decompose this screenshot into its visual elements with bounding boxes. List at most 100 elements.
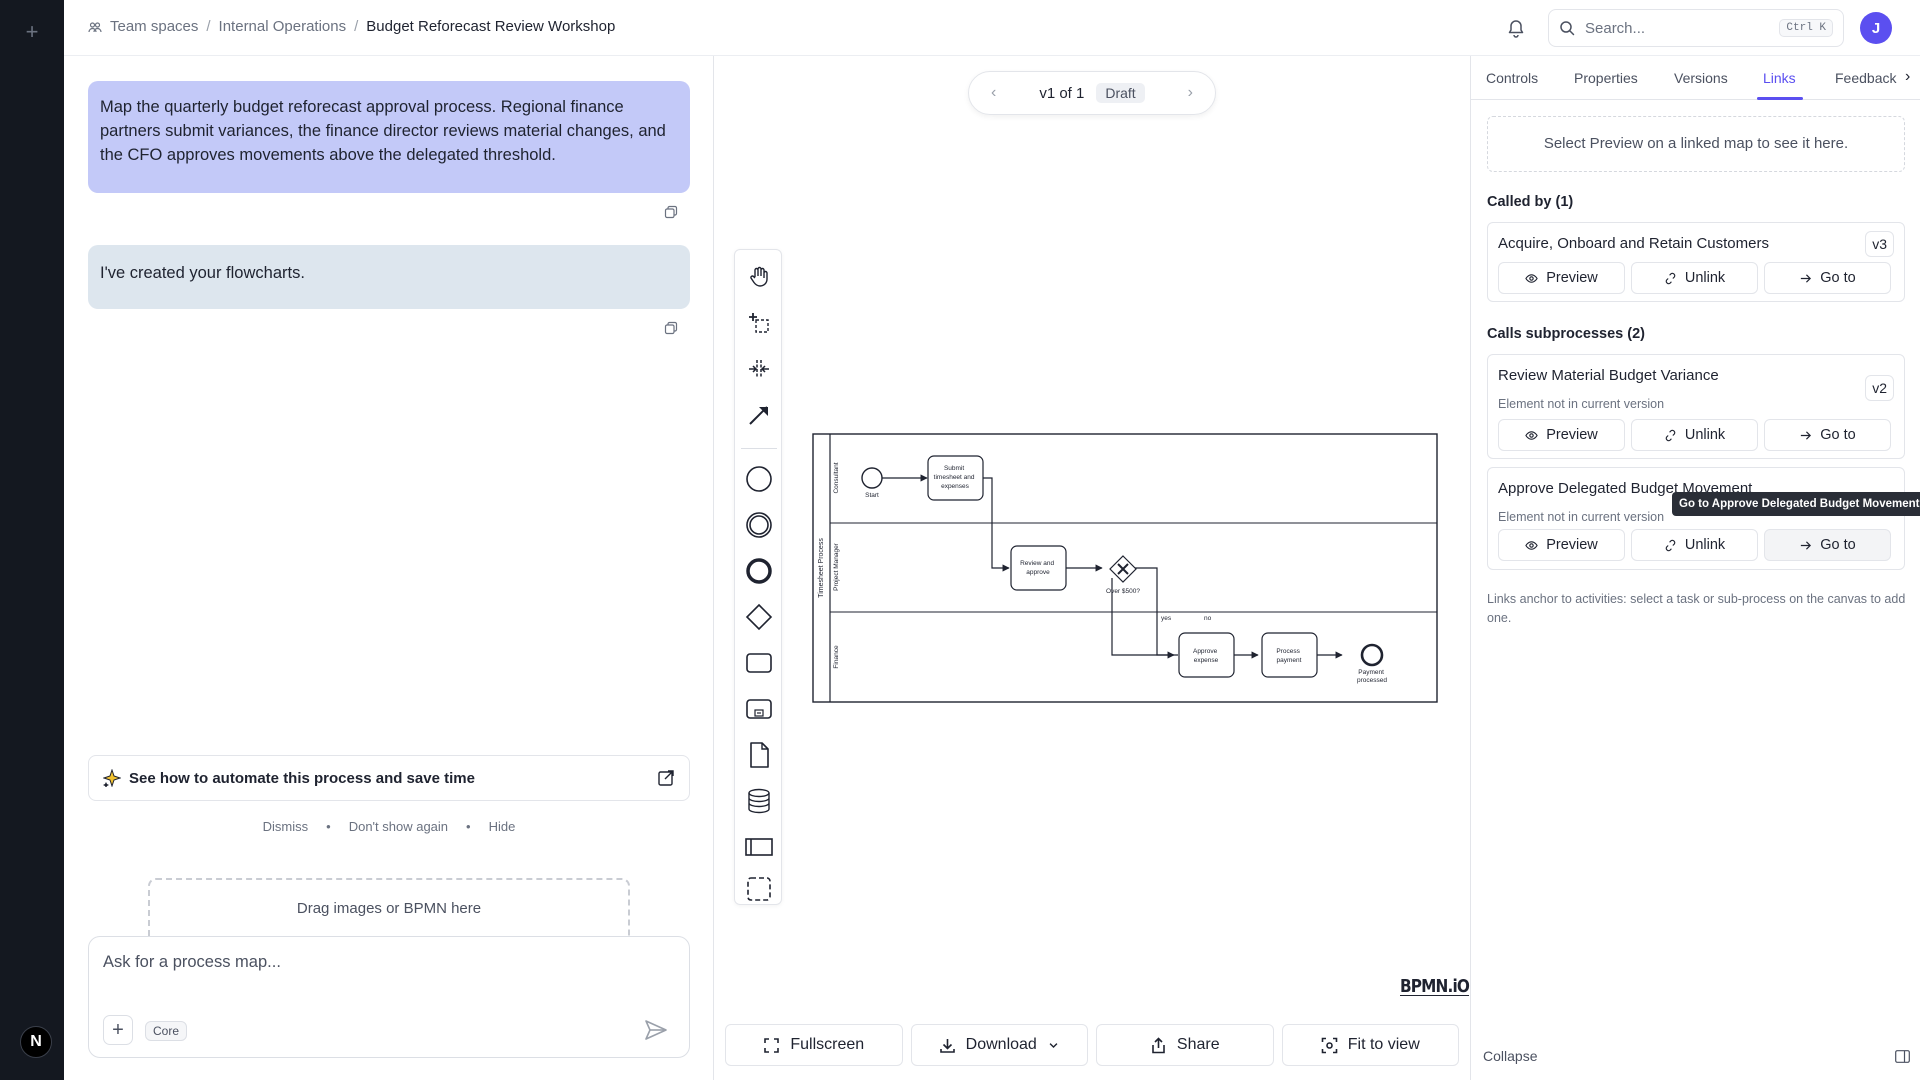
mode-badge[interactable]: Core [145,1021,188,1041]
bpmn-diagram[interactable]: Timesheet Process Consultant Project Man… [812,433,1438,703]
separator-dot: • [326,819,331,834]
go-to-button[interactable]: Go to [1764,529,1891,561]
connect-tool-icon[interactable] [744,400,774,430]
task-label: Review and [1020,560,1054,567]
chevron-right-icon[interactable]: › [1905,68,1910,86]
user-avatar[interactable]: J [1860,12,1892,44]
task-label: payment [1277,657,1302,664]
task-label: Submit [944,465,964,472]
file-dropzone[interactable]: Drag images or BPMN here [148,878,630,938]
group-icon[interactable] [744,874,774,904]
user-message: Map the quarterly budget reforecast appr… [88,81,690,193]
diagram-canvas[interactable]: ‹ v1 of 1 Draft › Timesheet Process Cons… [714,56,1470,1080]
task-icon[interactable] [744,648,774,678]
svg-text:Payment processed: Payment processed [1357,669,1387,684]
fit-to-view-button[interactable]: Fit to view [1281,1024,1459,1066]
tab-properties[interactable]: Properties [1574,70,1638,86]
chat-panel: Map the quarterly budget reforecast appr… [64,56,714,1080]
canvas-actions: Fullscreen Download Share Fit to view [725,1024,1459,1066]
subprocess-icon[interactable] [744,694,774,724]
version-label: v1 of 1 [1039,84,1085,102]
automation-promo[interactable]: See how to automate this process and sav… [88,755,690,801]
go-to-label: Go to [1820,537,1856,553]
send-button[interactable] [643,1017,669,1043]
tab-links[interactable]: Links [1763,70,1796,86]
preview-button[interactable]: Preview [1498,262,1625,294]
unlink-button[interactable]: Unlink [1631,529,1758,561]
task-approve-expense[interactable]: Approve expense [1178,632,1235,678]
breadcrumb-internal-operations[interactable]: Internal Operations [219,18,347,35]
unlink-icon [1665,272,1676,284]
arrow-right-icon [1801,540,1812,550]
breadcrumb-separator: / [206,18,211,35]
prompt-input[interactable] [103,953,673,983]
linked-map-title: Review Material Budget Variance [1498,367,1719,384]
app-logo[interactable]: N [20,1026,52,1058]
new-plus-icon[interactable]: + [22,21,42,43]
promo-actions: Dismiss • Don't show again • Hide [88,819,690,834]
fullscreen-icon [764,1037,780,1053]
flow-label-yes: yes [1161,615,1172,622]
space-tool-icon[interactable] [744,354,774,384]
breadcrumb-current: Budget Reforecast Review Workshop [366,18,616,35]
start-label: Start [865,492,879,499]
tab-controls[interactable]: Controls [1486,70,1538,86]
unlink-button[interactable]: Unlink [1631,419,1758,451]
chevron-right-icon[interactable]: › [1188,84,1193,102]
bpmn-io-watermark[interactable]: BPMN.iO [1400,976,1470,997]
task-label: approve [1026,569,1050,576]
fullscreen-button[interactable]: Fullscreen [725,1024,903,1066]
task-submit-timesheet[interactable]: Submit timesheet and expenses [927,455,984,501]
lasso-tool-icon[interactable] [744,308,774,338]
linked-map-status: Element not in current version [1498,510,1665,524]
start-event-icon[interactable] [744,464,774,494]
lane-label: Consultant [833,462,840,493]
download-button[interactable]: Download [910,1024,1088,1066]
lane-label: Finance [833,645,840,669]
subprocess-card: Review Material Budget Variance Element … [1487,354,1905,459]
pool-icon[interactable] [744,832,774,862]
promo-text: See how to automate this process and sav… [129,769,475,787]
copy-icon[interactable] [664,205,678,219]
tab-feedback[interactable]: Feedback [1835,70,1896,86]
hand-tool-icon[interactable] [744,262,774,292]
team-spaces-icon [88,20,102,34]
dismiss-link[interactable]: Dismiss [263,819,309,834]
linked-map-title: Acquire, Onboard and Retain Customers [1498,235,1769,252]
add-attachment-button[interactable]: + [103,1015,133,1045]
task-label: timesheet and [934,474,975,481]
calls-subprocesses-heading: Calls subprocesses (2) [1487,326,1645,342]
go-to-button[interactable]: Go to [1764,262,1891,294]
collapse-button[interactable]: Collapse [1483,1048,1537,1064]
dont-show-again-link[interactable]: Don't show again [349,819,448,834]
lane-label: Project Manager [833,542,840,591]
chevron-left-icon[interactable]: ‹ [991,84,996,102]
external-link-icon[interactable] [657,769,675,787]
fit-to-view-label: Fit to view [1347,1036,1420,1053]
data-store-icon[interactable] [744,786,774,816]
bell-icon[interactable] [1504,16,1528,40]
preview-button[interactable]: Preview [1498,529,1625,561]
hide-link[interactable]: Hide [489,819,516,834]
copy-icon[interactable] [664,321,678,335]
gateway-icon[interactable] [744,602,774,632]
preview-button[interactable]: Preview [1498,419,1625,451]
unlink-button[interactable]: Unlink [1631,262,1758,294]
tab-versions[interactable]: Versions [1674,70,1728,86]
task-process-payment[interactable]: Process payment [1261,632,1318,678]
version-badge: v3 [1865,231,1894,257]
search-input[interactable] [1585,19,1775,37]
share-button[interactable]: Share [1096,1024,1274,1066]
go-to-button[interactable]: Go to [1764,419,1891,451]
end-label: Payment [1358,669,1384,676]
send-icon [645,1020,667,1040]
search-box[interactable]: Ctrl K [1548,9,1844,47]
end-event-icon[interactable] [744,556,774,586]
breadcrumb-team-spaces[interactable]: Team spaces [110,18,198,35]
data-object-icon[interactable] [744,740,774,770]
card-actions: Preview Unlink Go to [1498,262,1891,294]
sidebar-toggle-icon[interactable] [1895,1050,1910,1063]
task-review-approve[interactable]: Review and approve [1010,545,1067,591]
intermediate-event-icon[interactable] [744,510,774,540]
status-badge: Draft [1096,83,1145,103]
